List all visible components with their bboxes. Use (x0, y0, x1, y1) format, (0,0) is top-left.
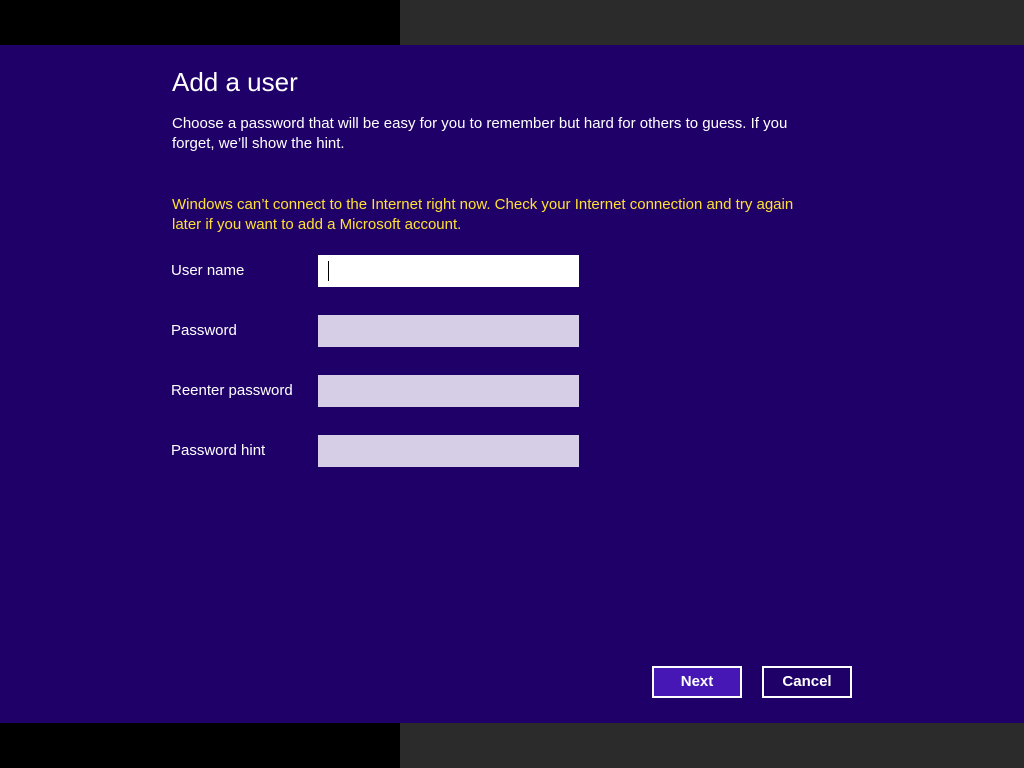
next-button[interactable]: Next (652, 666, 742, 698)
cancel-button[interactable]: Cancel (762, 666, 852, 698)
password-label: Password (171, 322, 237, 339)
password-hint-field[interactable] (318, 435, 579, 467)
background-band (400, 723, 1024, 768)
reenter-password-field[interactable] (318, 375, 579, 407)
dialog-description: Choose a password that will be easy for … (172, 115, 788, 152)
reenter-password-label: Reenter password (171, 382, 293, 399)
password-row: Password (171, 315, 591, 347)
text-caret (328, 261, 329, 281)
dialog-title: Add a user (172, 67, 298, 97)
connection-warning: Windows can’t connect to the Internet ri… (172, 196, 794, 233)
background-band (0, 0, 400, 45)
add-user-dialog: Add a user Choose a password that will b… (0, 45, 1024, 723)
username-label: User name (171, 262, 245, 279)
screen: Add a user Choose a password that will b… (0, 0, 1024, 768)
password-field[interactable] (318, 315, 579, 347)
password-hint-label: Password hint (171, 442, 266, 459)
reenter-password-row: Reenter password (171, 375, 591, 407)
username-row: User name (171, 255, 591, 287)
background-band (0, 723, 400, 768)
background-band (400, 0, 1024, 45)
username-field[interactable] (318, 255, 579, 287)
password-hint-row: Password hint (171, 435, 591, 467)
